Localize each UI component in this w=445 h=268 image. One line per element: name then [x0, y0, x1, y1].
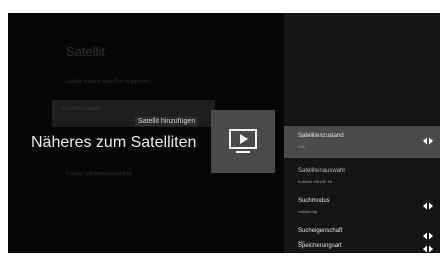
settings-row-suchmodus[interactable]: Suchmodus vollständig [284, 191, 440, 223]
tv-screen: Satellit Satellit: manuell nach Rot zu g… [8, 13, 440, 253]
settings-row-satellitenzustand[interactable]: Satellitenzustand Aus [284, 126, 440, 158]
settings-row-speicherungsart[interactable]: Speicherungsart [284, 243, 440, 253]
left-right-arrows-icon [423, 137, 433, 145]
settings-row-satellitenauswahl[interactable]: Satellitenauswahl Eutelsat HB13E 16 [284, 161, 440, 193]
add-satellite-tooltip: Satellit hinzufügen [135, 117, 199, 126]
background-item-label: Satellit hinzufügen [61, 106, 102, 112]
background-title: Satellit [66, 44, 106, 59]
setting-label: Sucheigenschaft [298, 228, 343, 234]
setting-value: vollständig [298, 209, 317, 214]
setting-label: Speicherungsart [298, 243, 342, 249]
setting-value: Eutelsat HB13E 16 [298, 179, 332, 184]
setting-label: Satellitenauswahl [298, 168, 345, 174]
left-right-arrows-icon [423, 202, 433, 210]
left-right-arrows-icon [423, 232, 433, 240]
background-rescan-item: Erneute Satellitenauswahlung [66, 171, 133, 177]
settings-panel: Satellitenzustand Aus Satellitenauswahl … [284, 13, 440, 253]
setting-label: Suchmodus [298, 198, 330, 204]
satellite-details-tile[interactable] [211, 110, 275, 173]
page-title: Näheres zum Satelliten [31, 134, 197, 151]
left-right-arrows-icon [423, 245, 433, 253]
setting-label: Satellitenzustand [298, 133, 344, 139]
background-subtitle: Satellit: manuell nach Rot zu gehoren [66, 79, 150, 85]
setting-value: Aus [298, 144, 305, 149]
tv-play-icon [229, 129, 257, 153]
